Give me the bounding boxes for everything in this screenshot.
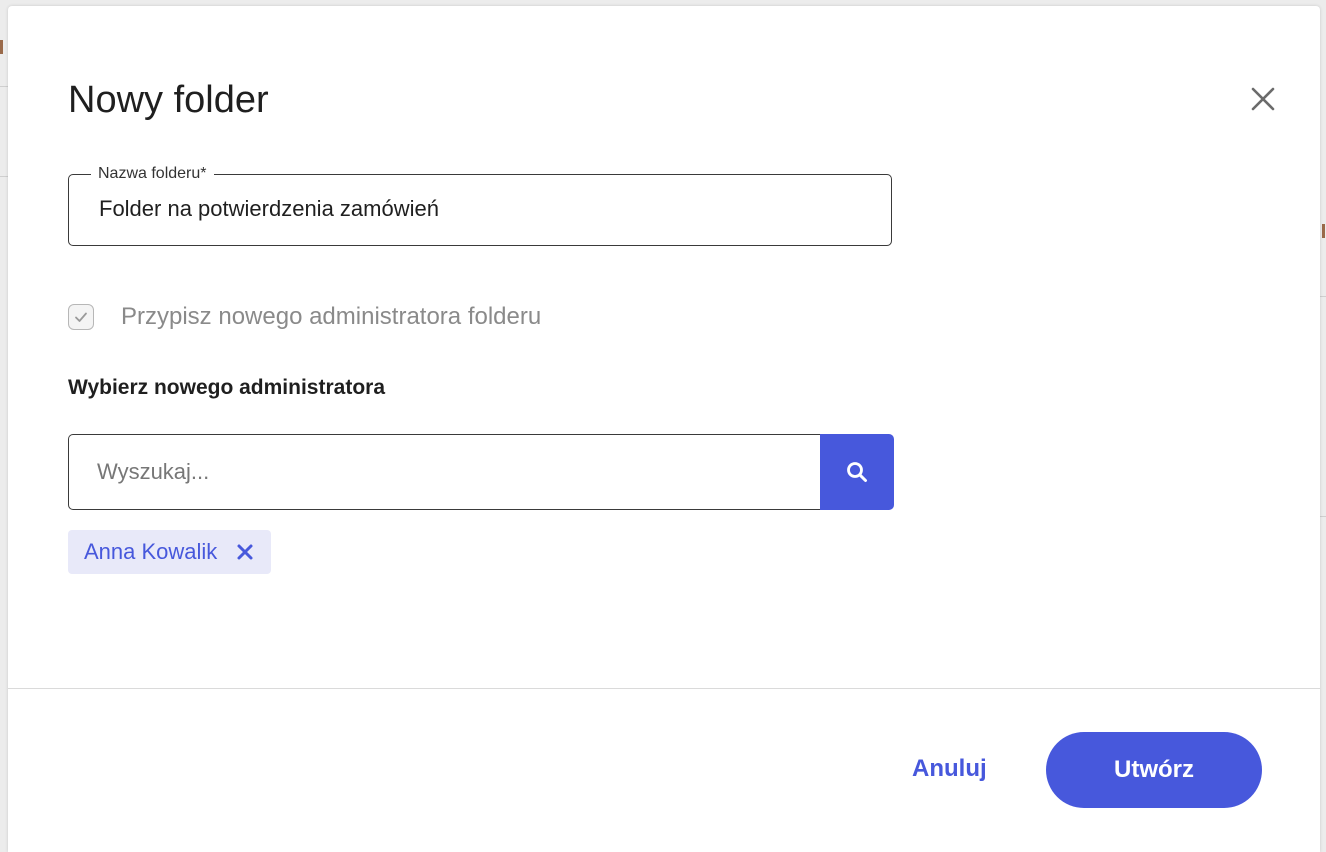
cancel-button[interactable]: Anuluj — [912, 754, 987, 784]
close-button[interactable] — [1248, 84, 1278, 114]
selected-admin-chip: Anna Kowalik — [68, 530, 272, 574]
folder-name-label: Nazwa folderu* — [91, 164, 214, 184]
assign-admin-row: Przypisz nowego administratora folderu — [68, 302, 541, 332]
new-folder-dialog: Nowy folder Nazwa folderu* Przypisz nowe… — [8, 6, 1320, 852]
search-icon — [847, 462, 867, 482]
folder-name-field: Nazwa folderu* — [68, 164, 892, 246]
footer-divider — [8, 688, 1320, 689]
admin-search — [68, 434, 894, 510]
backdrop-mark — [0, 40, 3, 54]
admin-section-heading: Wybierz nowego administratora — [68, 376, 385, 399]
remove-admin-button[interactable] — [235, 542, 255, 562]
backdrop-mark — [1322, 224, 1325, 238]
assign-admin-label: Przypisz nowego administratora folderu — [121, 303, 542, 330]
create-button[interactable]: Utwórz — [1046, 732, 1262, 808]
backdrop-divider — [0, 176, 8, 177]
checkmark-icon — [75, 312, 87, 322]
backdrop-divider — [1320, 516, 1326, 517]
backdrop-divider — [1320, 296, 1326, 297]
assign-admin-checkbox[interactable] — [68, 304, 94, 330]
search-button[interactable] — [820, 434, 894, 510]
admin-search-input[interactable] — [68, 434, 820, 510]
selected-admin-name: Anna Kowalik — [84, 539, 218, 564]
close-icon — [1251, 87, 1275, 111]
dialog-title: Nowy folder — [68, 79, 269, 121]
close-icon — [237, 544, 253, 560]
backdrop-divider — [0, 86, 8, 87]
folder-name-input[interactable] — [99, 191, 859, 227]
